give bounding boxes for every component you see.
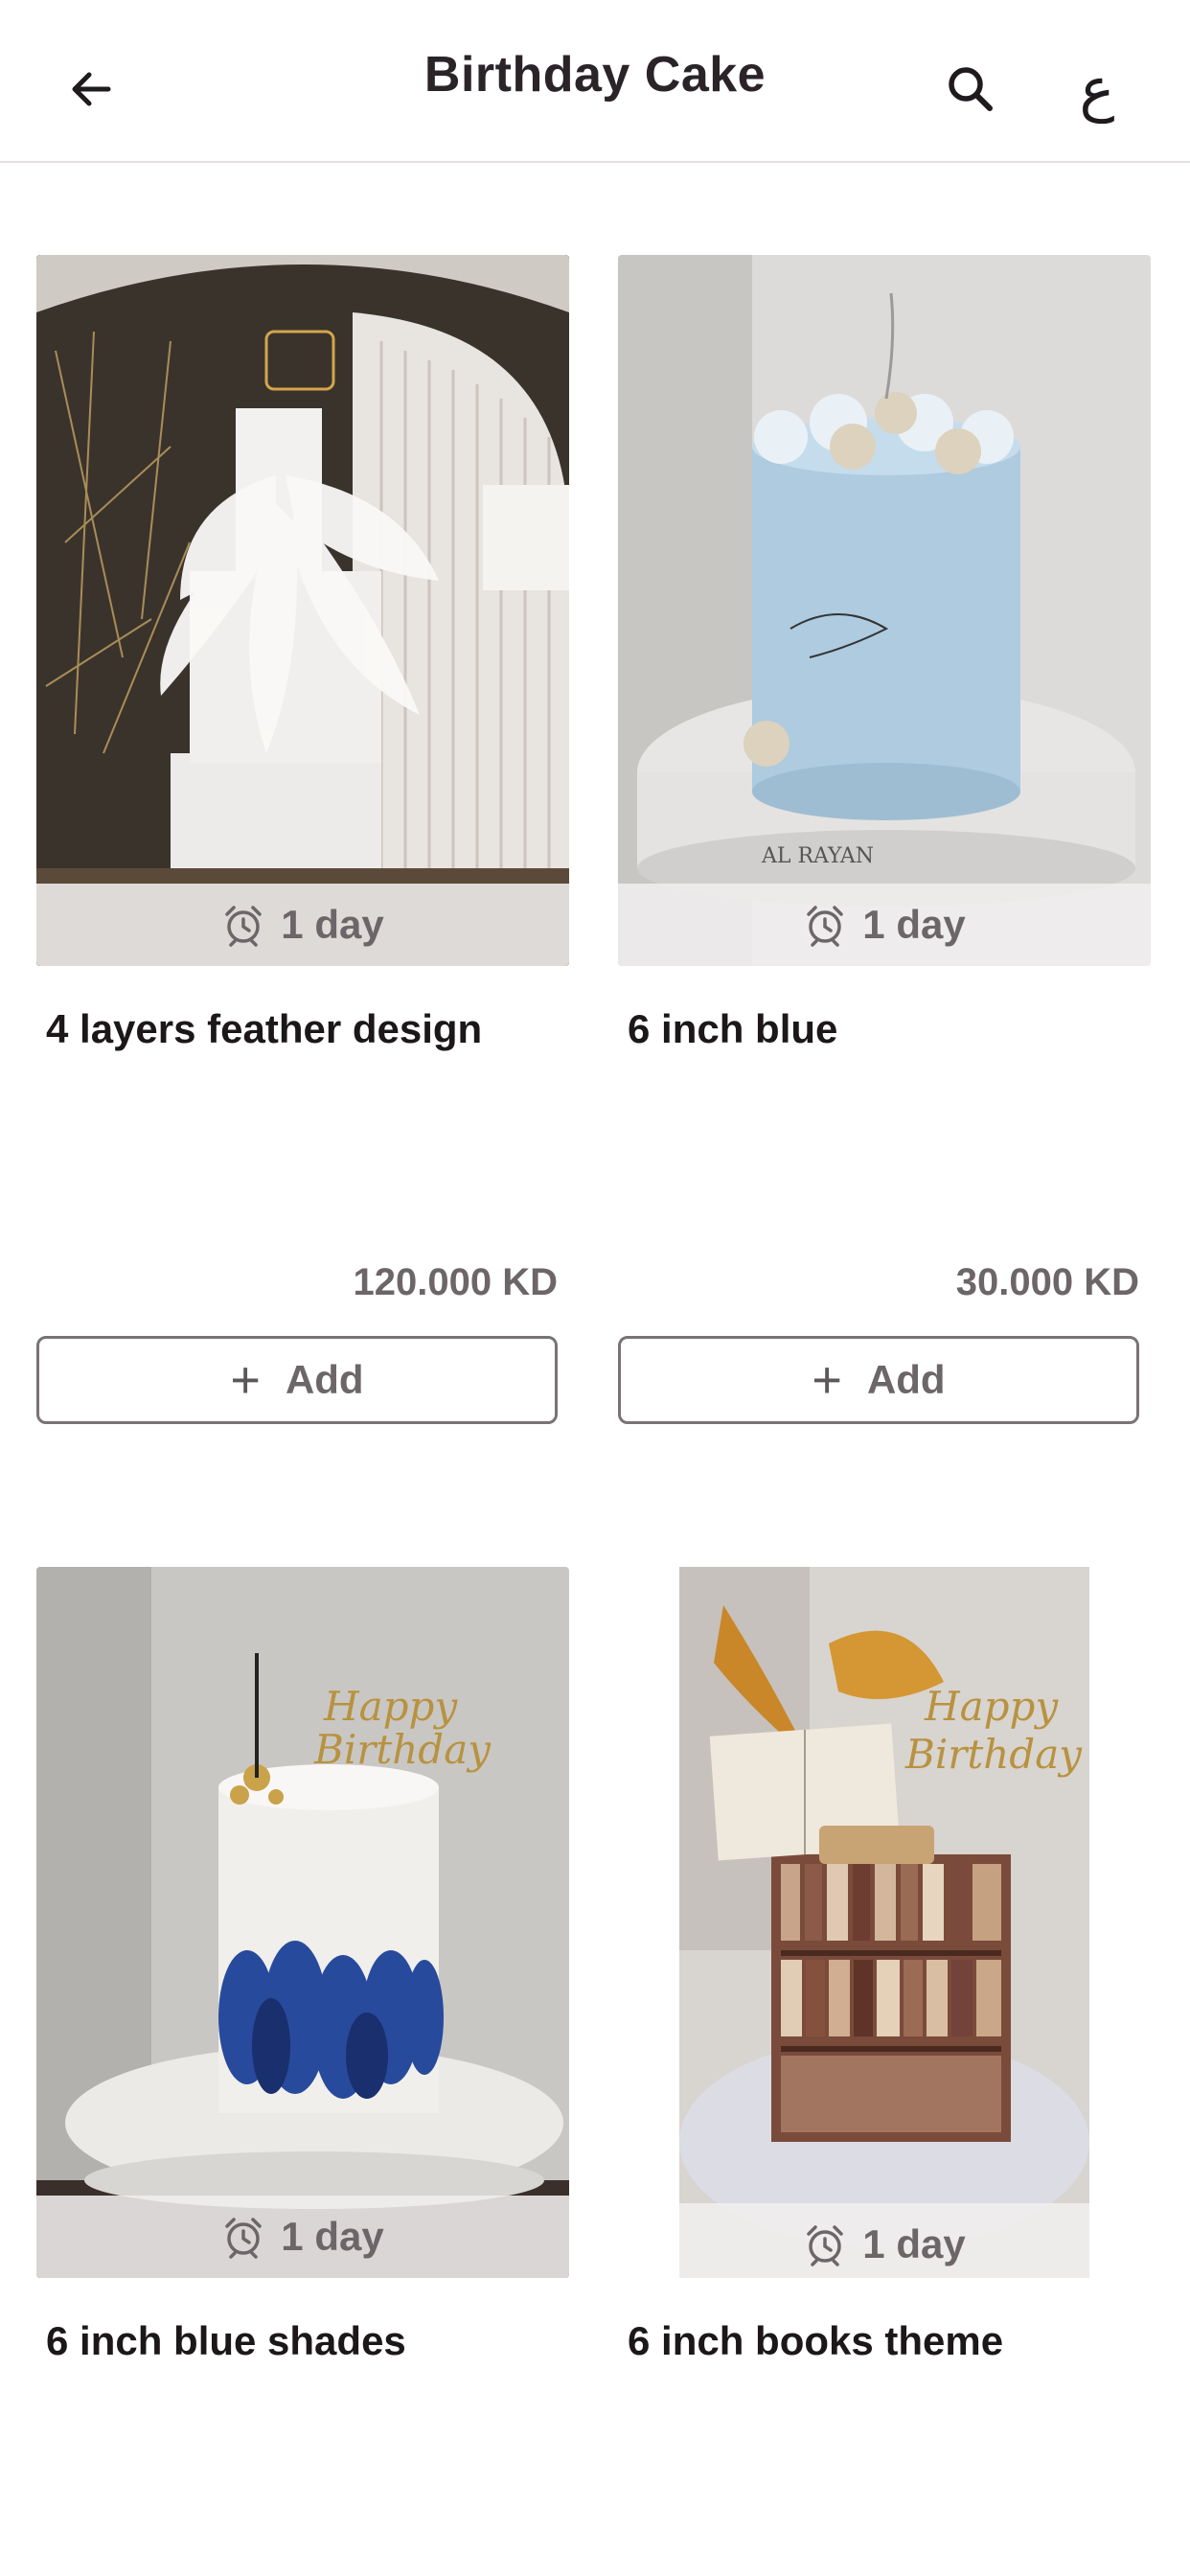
plus-icon: + — [812, 1351, 842, 1409]
page-title: Birthday Cake — [423, 47, 767, 103]
product-image[interactable]: AL RAYAN 1 day — [618, 255, 1151, 966]
product-name[interactable]: 4 layers feather design — [36, 1006, 569, 1052]
alarm-clock-icon — [807, 2225, 844, 2266]
svg-text:Birthday: Birthday — [313, 1726, 492, 1773]
add-to-cart-button[interactable]: + Add — [36, 1336, 558, 1424]
product-price: 120.000 KD — [353, 1261, 558, 1303]
add-button-label: Add — [285, 1357, 364, 1402]
svg-text:Happy: Happy — [924, 1683, 1059, 1730]
product-name[interactable]: 6 inch blue — [618, 1006, 1151, 1052]
delivery-time-text: 1 day — [862, 902, 966, 947]
delivery-time-text: 1 day — [281, 2214, 384, 2259]
cake-photo-blue-shades: Happy Birthday — [36, 1567, 569, 2278]
svg-text:AL RAYAN: AL RAYAN — [761, 844, 874, 868]
cake-photo-feather — [36, 255, 569, 966]
search-button[interactable] — [937, 56, 1004, 123]
delivery-time-badge: 1 day — [36, 884, 569, 966]
product-name[interactable]: 6 inch books theme — [618, 2318, 1151, 2364]
add-to-cart-button[interactable]: + Add — [618, 1336, 1139, 1424]
cake-photo-blue: AL RAYAN — [618, 255, 1151, 966]
cake-photo-books-theme: Happy Birthday — [618, 1567, 1151, 2278]
add-button-label: Add — [866, 1357, 946, 1402]
alarm-clock-icon — [225, 2218, 263, 2259]
delivery-time-text: 1 day — [281, 902, 384, 947]
product-image[interactable]: Happy Birthday 1 day — [618, 1567, 1151, 2278]
product-name[interactable]: 6 inch blue shades — [36, 2318, 569, 2364]
product-card[interactable]: Happy Birthday 1 day 6 inch blue shades — [36, 1567, 569, 2364]
product-image[interactable]: Happy Birthday 1 day — [36, 1567, 569, 2278]
delivery-time-badge: 1 day — [36, 2196, 569, 2278]
delivery-time-badge: 1 day — [679, 2203, 1089, 2278]
language-toggle-button[interactable]: ع — [1064, 50, 1131, 126]
product-image[interactable]: 1 day — [36, 255, 569, 966]
product-card[interactable]: 1 day 4 layers feather design 120.000 KD… — [36, 255, 569, 1424]
alarm-clock-icon — [807, 906, 844, 947]
svg-text:Birthday: Birthday — [904, 1731, 1083, 1778]
svg-text:Happy: Happy — [323, 1683, 458, 1730]
delivery-time-text: 1 day — [862, 2221, 966, 2266]
search-icon — [949, 67, 993, 111]
product-card[interactable]: Happy Birthday 1 day 6 inch books theme — [618, 1567, 1151, 2364]
alarm-clock-icon — [225, 906, 263, 947]
plus-icon: + — [230, 1351, 261, 1409]
product-card[interactable]: AL RAYAN 1 day 6 inch blue 30.000 KD + A… — [618, 255, 1151, 1424]
delivery-time-badge: 1 day — [618, 884, 1151, 966]
app-header: Birthday Cake ع — [0, 0, 1190, 163]
product-price: 30.000 KD — [955, 1261, 1139, 1303]
